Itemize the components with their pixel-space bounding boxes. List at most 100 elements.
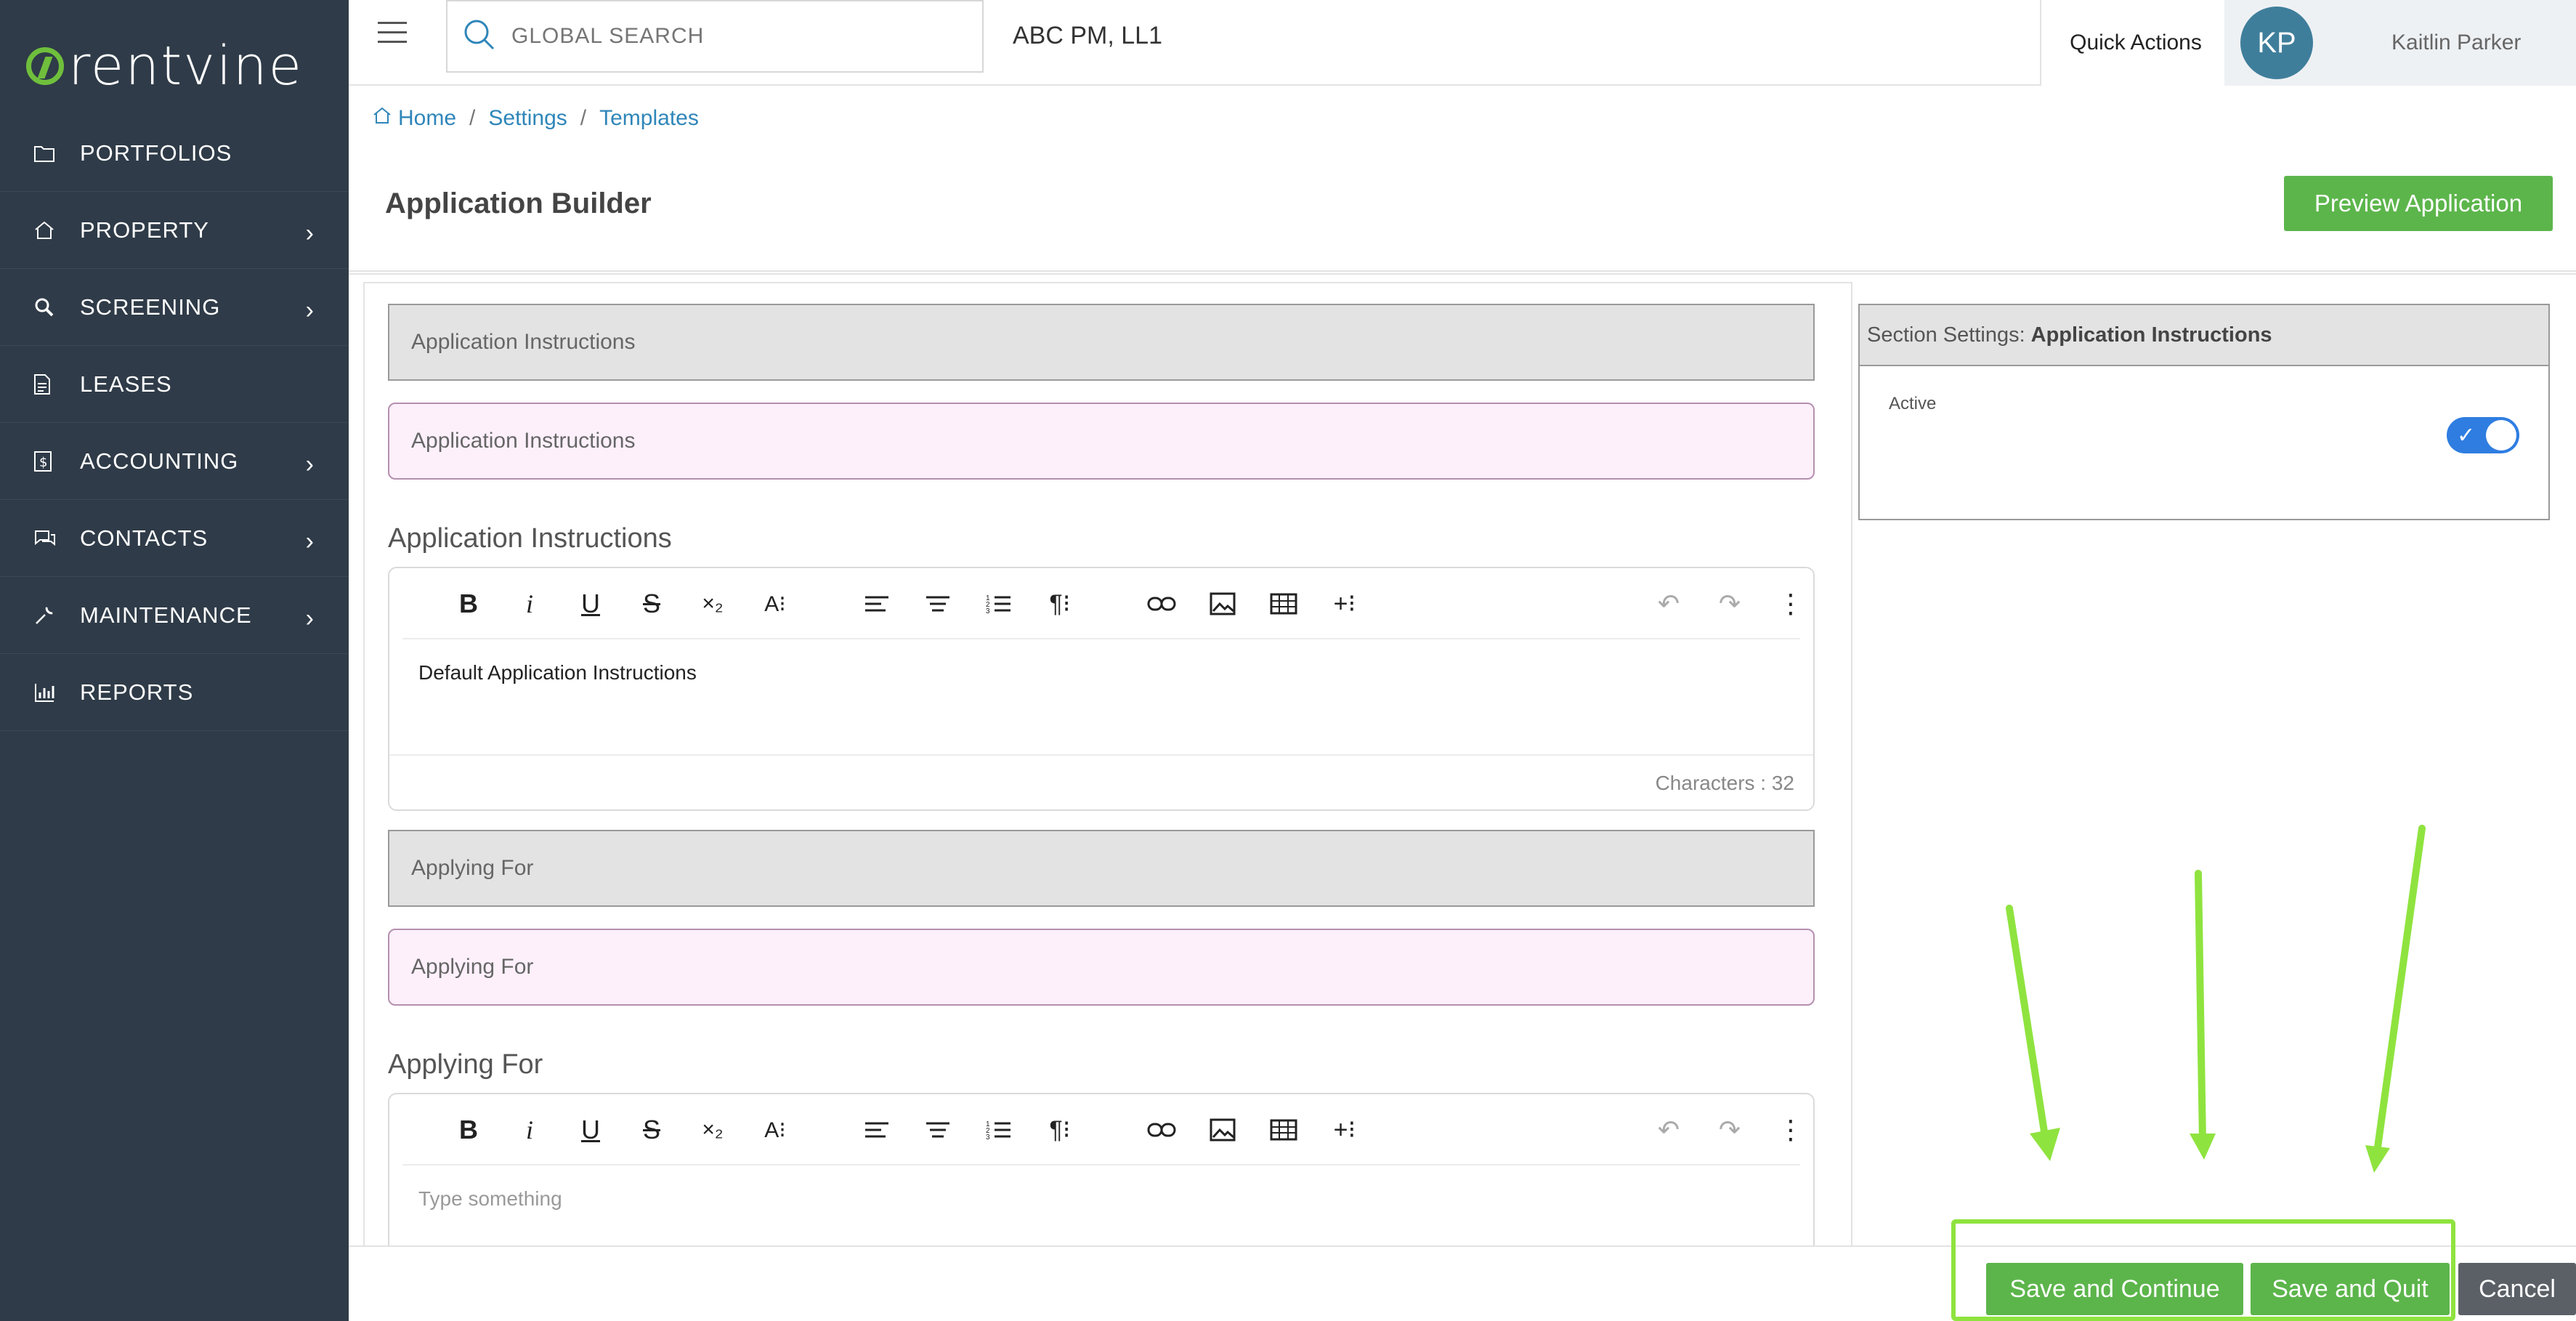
- bold-icon[interactable]: B: [452, 1113, 485, 1147]
- font-size-icon[interactable]: A⁝: [758, 587, 792, 621]
- align-left-icon[interactable]: [860, 587, 894, 621]
- breadcrumb-separator: /: [580, 106, 587, 130]
- header-divider: [349, 270, 2576, 275]
- bold-icon[interactable]: B: [452, 587, 485, 621]
- italic-icon[interactable]: i: [513, 587, 546, 621]
- home-icon: [372, 106, 392, 131]
- global-search[interactable]: [446, 0, 984, 73]
- redo-icon[interactable]: ↷: [1713, 1113, 1746, 1147]
- more-options-icon[interactable]: ⋮: [1774, 1113, 1807, 1147]
- annotation-arrows: [2006, 825, 2426, 1173]
- breadcrumb-separator: /: [469, 106, 476, 130]
- paragraph-icon[interactable]: ¶⁝: [1043, 1113, 1077, 1147]
- editor-content[interactable]: Default Application Instructions: [389, 639, 1813, 754]
- ordered-list-icon[interactable]: 123: [982, 587, 1016, 621]
- section-settings-header: Section Settings: Application Instructio…: [1860, 305, 2548, 366]
- top-bar: ABC PM, LL1 Quick Actions KP Kaitlin Par…: [349, 0, 2576, 86]
- avatar[interactable]: KP: [2240, 7, 2313, 79]
- undo-icon[interactable]: ↶: [1652, 1113, 1685, 1147]
- page-title: Application Builder: [385, 187, 652, 219]
- sidebar-item-maintenance[interactable]: MAINTENANCE ›: [0, 577, 349, 654]
- section-settings-name: Application Instructions: [2030, 323, 2272, 347]
- link-icon[interactable]: [1145, 1113, 1178, 1147]
- user-menu[interactable]: KP Kaitlin Parker: [2224, 0, 2576, 86]
- sidebar-item-label: LEASES: [80, 371, 172, 397]
- underline-icon[interactable]: U: [574, 587, 607, 621]
- section-block-applying-for[interactable]: Applying For: [388, 929, 1815, 1006]
- svg-text:3: 3: [986, 607, 990, 615]
- sidebar-item-label: PORTFOLIOS: [80, 140, 232, 166]
- chevron-right-icon: ›: [305, 219, 314, 247]
- sidebar-item-property[interactable]: PROPERTY ›: [0, 192, 349, 269]
- subscript-icon[interactable]: ×₂: [696, 587, 729, 621]
- insert-more-icon[interactable]: +⁝: [1328, 587, 1361, 621]
- sidebar-item-leases[interactable]: LEASES: [0, 346, 349, 423]
- section-settings-prefix: Section Settings:: [1867, 323, 2025, 347]
- editor-toolbar: B i U S ×₂ A⁝ 123 ¶⁝ +⁝ ↶ ↷ ⋮: [402, 568, 1804, 639]
- sidebar-item-portfolios[interactable]: PORTFOLIOS: [0, 115, 349, 192]
- document-icon: [33, 373, 62, 395]
- field-title-applying-for: Applying For: [388, 1049, 543, 1080]
- ordered-list-icon[interactable]: 123: [982, 1113, 1016, 1147]
- dollar-icon: $: [33, 451, 62, 472]
- annotation-arrow: [2006, 905, 2060, 1161]
- undo-icon[interactable]: ↶: [1652, 587, 1685, 621]
- breadcrumb-home-link[interactable]: Home: [398, 106, 456, 131]
- breadcrumb: Home / Settings / Templates: [372, 106, 699, 131]
- breadcrumb-settings-link[interactable]: Settings: [488, 106, 567, 131]
- rentvine-logo[interactable]: rentvine: [26, 33, 303, 99]
- section-header-applying-for[interactable]: Applying For: [388, 830, 1815, 907]
- link-icon[interactable]: [1145, 587, 1178, 621]
- redo-icon[interactable]: ↷: [1713, 587, 1746, 621]
- annotation-arrow: [2365, 825, 2426, 1173]
- align-center-icon[interactable]: [921, 1113, 955, 1147]
- image-icon[interactable]: [1206, 1113, 1239, 1147]
- cancel-button[interactable]: Cancel: [2458, 1263, 2576, 1315]
- sidebar-item-screening[interactable]: SCREENING ›: [0, 269, 349, 346]
- search-input[interactable]: [511, 24, 947, 49]
- table-icon[interactable]: [1267, 587, 1300, 621]
- character-count: Characters : 32: [389, 754, 1813, 809]
- svg-text:$: $: [39, 455, 47, 470]
- sidebar-item-contacts[interactable]: CONTACTS ›: [0, 500, 349, 577]
- table-icon[interactable]: [1267, 1113, 1300, 1147]
- hamburger-menu-icon[interactable]: [378, 22, 407, 47]
- bar-chart-icon: [33, 682, 62, 703]
- section-block-application-instructions[interactable]: Application Instructions: [388, 403, 1815, 480]
- align-left-icon[interactable]: [860, 1113, 894, 1147]
- italic-icon[interactable]: i: [513, 1113, 546, 1147]
- rich-text-editor-instructions[interactable]: B i U S ×₂ A⁝ 123 ¶⁝ +⁝ ↶ ↷ ⋮ Default Ap…: [388, 567, 1815, 811]
- quick-actions-button[interactable]: Quick Actions: [2040, 0, 2230, 86]
- image-icon[interactable]: [1206, 587, 1239, 621]
- font-size-icon[interactable]: A⁝: [758, 1113, 792, 1147]
- sidebar-item-accounting[interactable]: $ ACCOUNTING ›: [0, 423, 349, 500]
- sidebar-item-reports[interactable]: REPORTS: [0, 654, 349, 731]
- rich-text-editor-applying-for[interactable]: B i U S ×₂ A⁝ 123 ¶⁝ +⁝ ↶ ↷ ⋮ Type somet…: [388, 1093, 1815, 1245]
- preview-application-button[interactable]: Preview Application: [2284, 176, 2553, 231]
- breadcrumb-templates-link[interactable]: Templates: [599, 106, 699, 131]
- align-center-icon[interactable]: [921, 587, 955, 621]
- underline-icon[interactable]: U: [574, 1113, 607, 1147]
- sidebar-item-label: MAINTENANCE: [80, 602, 252, 628]
- section-header-application-instructions[interactable]: Application Instructions: [388, 304, 1815, 381]
- editor-placeholder[interactable]: Type something: [389, 1166, 1813, 1245]
- more-options-icon[interactable]: ⋮: [1774, 587, 1807, 621]
- subscript-icon[interactable]: ×₂: [696, 1113, 729, 1147]
- insert-more-icon[interactable]: +⁝: [1328, 1113, 1361, 1147]
- user-name[interactable]: Kaitlin Parker: [2391, 31, 2521, 55]
- chevron-right-icon: ›: [305, 528, 314, 555]
- home-icon: [33, 220, 62, 241]
- magnify-icon: [33, 296, 62, 318]
- sidebar-nav: PORTFOLIOS PROPERTY › SCREENING › LEASES…: [0, 115, 349, 731]
- sidebar-item-label: CONTACTS: [80, 525, 208, 551]
- chat-icon: [33, 528, 62, 549]
- sidebar-item-label: PROPERTY: [80, 217, 209, 243]
- paragraph-icon[interactable]: ¶⁝: [1043, 587, 1077, 621]
- chevron-right-icon: ›: [305, 451, 314, 478]
- strikethrough-icon[interactable]: S: [635, 1113, 668, 1147]
- toggle-knob: [2486, 420, 2516, 451]
- annotation-highlight-box: [1951, 1219, 2455, 1321]
- active-toggle[interactable]: ✓: [2447, 417, 2519, 453]
- svg-text:3: 3: [986, 1134, 990, 1141]
- strikethrough-icon[interactable]: S: [635, 587, 668, 621]
